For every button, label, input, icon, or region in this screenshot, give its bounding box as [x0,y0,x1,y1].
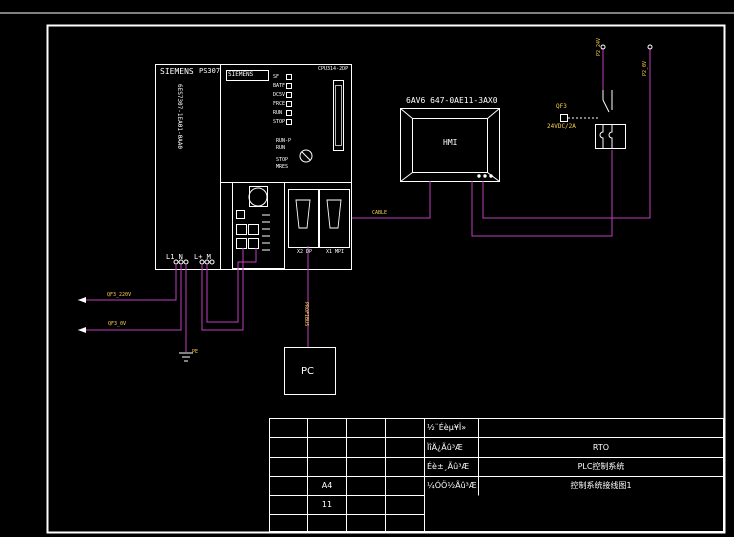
hmi-screen-label: HMI [443,138,458,147]
feed-label-p2-24v: P2_24V [596,37,602,56]
mode-label-runp: RUN-P [276,138,292,144]
title-block [269,418,724,532]
led-label-sf: SF [273,74,280,80]
led-label-batf: BATF [273,83,286,89]
wire-label-profibus: PROFIBUS [303,302,309,327]
dc-terminal-label: L+ M [194,253,211,261]
ground-symbol [179,352,193,362]
wire-24v-m [206,248,257,323]
tb-value-drawing: 控制系统接线图1 [570,481,632,490]
led-label-dc5v: DC5V [273,92,286,98]
psu-terminal-pe [183,259,189,265]
dp-port [288,189,319,248]
wire-label-0v: QF3_0V [108,321,127,327]
plc-rack [155,64,352,270]
breaker-rating: 24VDC/2A [547,123,576,130]
tb-value-project: RTO [592,443,610,452]
breaker-name: QF3 [556,103,567,110]
psu-terminal-label: L1 N [166,253,183,261]
mpi-port [319,189,350,248]
feed-label-p2-0v: P2_0V [642,60,648,76]
cpu-model: CPU314-2DP [318,66,349,72]
hmi-order-no: 6AV6 647-0AE11-3AX0 [406,96,498,105]
psu-module [155,64,221,270]
wire-hmi-power-b [482,48,651,219]
memory-card-slot [333,80,344,151]
port-label-mpi: X1 MPI [326,249,345,255]
port-label-dp: X2 DP [297,249,313,255]
wiring [78,48,651,352]
mode-label-mres: MRES [276,164,289,170]
psu-order-no: 6ES7307-1EA01-0AA0 [176,84,183,150]
tb-value-device: PLC控制系统 [577,462,625,471]
led-label-stop: STOP [273,119,286,125]
led-label-run: RUN [273,110,283,116]
breaker-qf3 [560,90,626,149]
mode-label-stop: STOP [276,157,289,163]
drawing-canvas [0,12,734,534]
battery-icon [248,187,268,207]
tb-label-device: Éè±¸Ãû³Æ [427,462,470,471]
mode-label-run: RUN [276,145,286,151]
tb-sheet-size: A4 [321,481,333,490]
tb-sheet-no: 11 [321,500,333,509]
wire-cable [352,181,431,219]
pc-label: PC [301,366,315,377]
tb-label-project: ÏîÄ¿Ãû³Æ [427,443,463,452]
wire-label-pe: PE [192,349,199,355]
led-column [286,74,292,125]
wire-hmi-power-a [471,150,613,237]
tb-label-unit: ½¨Éèµ¥Î» [427,423,467,432]
wire-label-220v: QF3_220V [107,292,132,298]
led-label-frce: FRCE [273,101,286,107]
psu-model: PS307 [199,67,221,75]
wire-label-cable: CABLE [372,210,388,216]
psu-brand: SIEMENS [160,67,194,76]
tb-label-drawing: ¼ÓÖ½Ãû³Æ [427,481,477,490]
cpu-brand: SIEMENS [228,71,254,78]
